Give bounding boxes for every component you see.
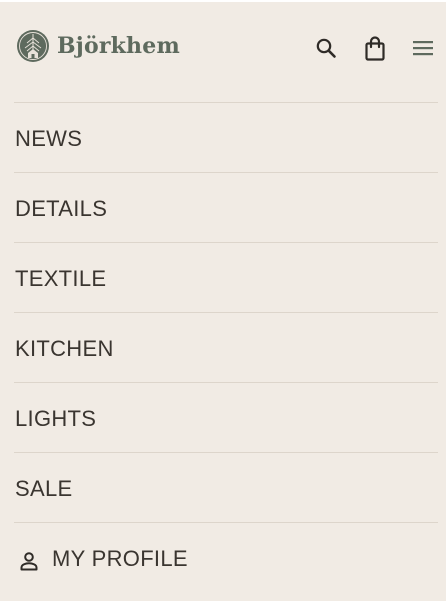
tree-emblem-icon [17,30,49,62]
nav-item-label: LIGHTS [15,405,97,431]
nav-item-my-profile[interactable]: MY PROFILE [14,522,438,592]
hamburger-menu-icon [413,41,433,56]
nav-item-label: DETAILS [15,195,108,221]
nav-item-lights[interactable]: LIGHTS [14,382,438,452]
brand-name: Björkhem [57,33,180,59]
user-icon [20,551,38,570]
nav-item-label: KITCHEN [15,335,114,361]
shopping-bag-button[interactable] [359,33,391,65]
nav-item-label: NEWS [15,125,83,151]
nav-item-sale[interactable]: SALE [14,452,438,522]
nav-item-kitchen[interactable]: KITCHEN [14,312,438,382]
search-button[interactable] [310,32,342,64]
nav-item-details[interactable]: DETAILS [14,172,438,242]
nav-item-label: TEXTILE [15,265,107,291]
main-navigation: NEWS DETAILS TEXTILE KITCHEN LIGHTS SALE… [14,102,438,592]
nav-item-label: SALE [15,475,73,501]
site-header: Björkhem [0,2,446,102]
nav-item-label: MY PROFILE [52,545,188,571]
search-icon [316,38,336,58]
menu-button[interactable] [407,32,439,64]
nav-item-news[interactable]: NEWS [14,102,438,172]
shopping-bag-icon [365,36,385,61]
nav-item-textile[interactable]: TEXTILE [14,242,438,312]
brand-logo[interactable]: Björkhem [16,28,180,64]
